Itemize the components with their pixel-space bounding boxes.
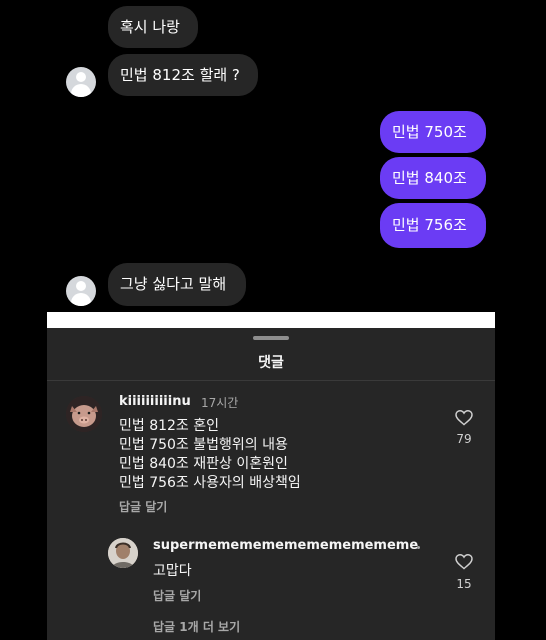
comment-text-line: 민법 750조 불법행위의 내용 [119, 437, 288, 453]
reply-button[interactable]: 답글 달기 [153, 587, 201, 604]
message-bubble-incoming: 혹시 나랑 [108, 6, 198, 48]
message-bubble-outgoing: 민법 750조 [380, 111, 486, 153]
comment-text-line: 민법 756조 사용자의 배상책임 [119, 475, 301, 491]
like-count: 79 [456, 432, 472, 446]
message-bubble-outgoing: 민법 756조 [380, 203, 486, 248]
man-avatar-icon [108, 538, 138, 568]
comment-text: 고맙다 [153, 563, 192, 579]
image-border [47, 312, 495, 328]
sheet-drag-handle[interactable] [253, 336, 289, 340]
view-more-replies-button[interactable]: 답글 1개 더 보기 [153, 618, 240, 635]
reply-button[interactable]: 답글 달기 [119, 498, 167, 515]
sender-avatar [66, 67, 96, 97]
comment-timestamp: 17시간 [201, 396, 239, 410]
heart-icon[interactable] [455, 410, 473, 426]
sheet-title: 댓글 [258, 355, 284, 371]
message-bubble-incoming: 그냥 싫다고 말해 [108, 263, 246, 306]
comment-text-line: 민법 812조 혼인 [119, 418, 220, 434]
pig-avatar-icon [66, 396, 102, 432]
message-bubble-outgoing: 민법 840조 [380, 157, 486, 199]
message-bubble-incoming: 민법 812조 할래 ? [108, 54, 258, 96]
chat-screenshot: 혹시 나랑 민법 812조 할래 ? 민법 750조 민법 840조 민법 75… [47, 0, 495, 312]
commenter-avatar[interactable] [108, 538, 138, 568]
comment-username[interactable]: kiiiiiiiiiinu [119, 394, 191, 409]
avatar-placeholder-icon [76, 72, 86, 82]
commenter-avatar[interactable] [66, 396, 102, 432]
like-count: 15 [456, 577, 472, 591]
divider [47, 380, 495, 381]
avatar-placeholder-icon [76, 281, 86, 291]
heart-icon[interactable] [455, 554, 473, 570]
comment-text-line: 민법 840조 재판상 이혼원인 [119, 456, 288, 472]
sender-avatar [66, 276, 96, 306]
comments-sheet: 댓글 kiiiiiiiiiinu 17시간 민법 812조 혼인 민법 750조… [47, 328, 495, 640]
separator-dot [417, 546, 420, 549]
comment-username[interactable]: supermemememememememememe [153, 538, 418, 553]
